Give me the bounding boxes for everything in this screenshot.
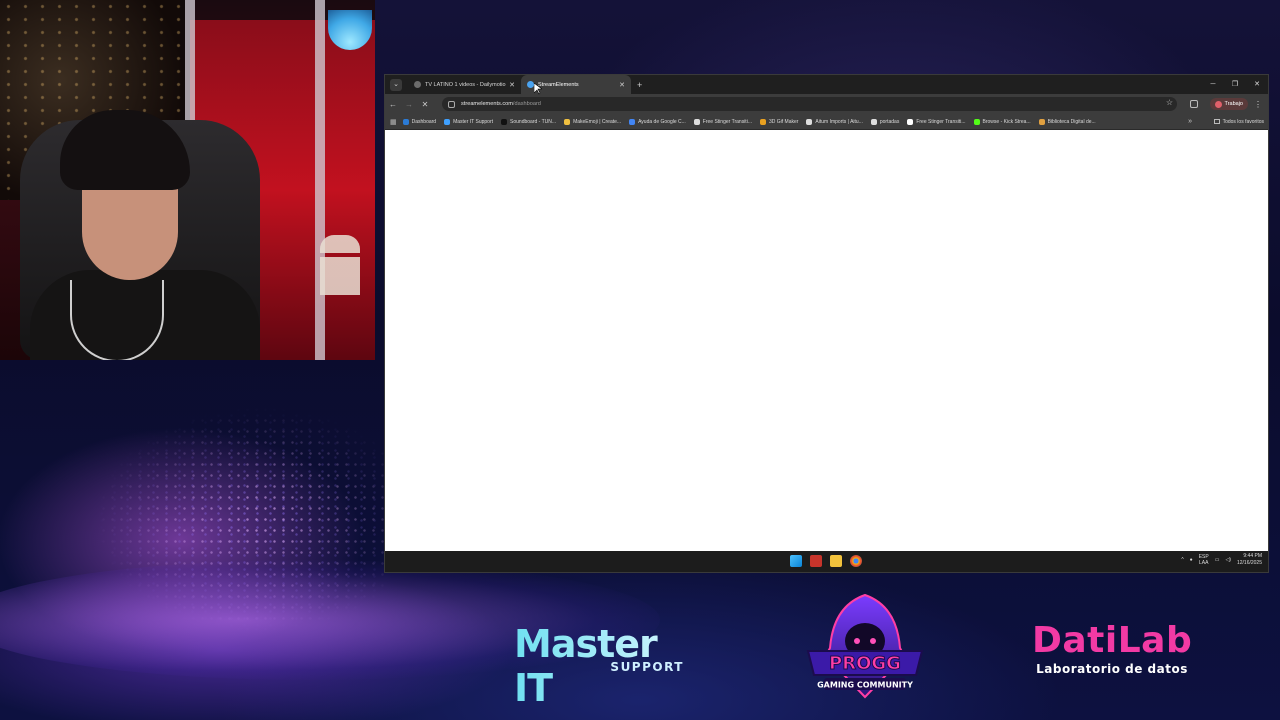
webcam-feed	[0, 0, 375, 360]
network-icon[interactable]: ▭	[1215, 557, 1220, 563]
profile-button[interactable]: Trabajo	[1209, 98, 1248, 110]
close-tab-icon[interactable]: ✕	[619, 81, 625, 89]
bookmark-item[interactable]: Free Stinger Transiti...	[907, 118, 966, 125]
forward-icon[interactable]: →	[401, 100, 417, 109]
bookmark-favicon	[444, 118, 451, 125]
bookmark-favicon	[1038, 118, 1045, 125]
mouse-cursor-icon	[534, 83, 542, 95]
volume-icon[interactable]: ◁)	[1225, 557, 1231, 563]
bookmark-label: portadas	[879, 118, 900, 125]
bookmark-item[interactable]: Ayuda de Google C...	[629, 118, 686, 125]
datilab-title: DatiLab	[1032, 620, 1193, 661]
bookmark-star-icon[interactable]: ☆	[1166, 98, 1173, 107]
site-info-icon[interactable]	[448, 100, 455, 108]
folder-icon	[1213, 119, 1220, 124]
bookmark-favicon	[693, 118, 700, 125]
bookmark-item[interactable]: portadas	[870, 118, 900, 125]
datilab-subtitle: Laboratorio de datos	[1036, 662, 1188, 676]
bookmark-favicon	[564, 118, 571, 125]
tab-title: TV LATINO 1 videos - Dailymotion	[425, 81, 507, 88]
back-icon[interactable]: ←	[385, 100, 401, 109]
window-controls: ─ ❐ ✕	[1202, 75, 1268, 94]
bookmark-favicon	[501, 118, 508, 125]
chrome-icon[interactable]	[850, 555, 862, 567]
bookmark-label: 3D Gif Maker	[768, 118, 799, 125]
bookmark-favicon	[402, 118, 409, 125]
tab-dailymotion[interactable]: TV LATINO 1 videos - Dailymotion ✕	[408, 75, 521, 94]
start-icon[interactable]	[790, 555, 802, 567]
clock[interactable]: 9:44 PM 12/16/2025	[1237, 553, 1262, 567]
profile-avatar	[1214, 100, 1222, 108]
restore-icon[interactable]: ❐	[1224, 75, 1246, 94]
close-window-icon[interactable]: ✕	[1246, 75, 1268, 94]
chevron-up-icon[interactable]: ^	[1181, 557, 1183, 563]
file-explorer-icon[interactable]	[830, 555, 842, 567]
bookmark-label: Master IT Support	[453, 118, 494, 125]
bookmark-item[interactable]: Aitum Imports | Aitu...	[806, 118, 863, 125]
bookmark-favicon	[907, 118, 914, 125]
bookmark-favicon	[629, 118, 636, 125]
tab-search-button[interactable]: ⌄	[390, 78, 402, 91]
bookmark-item[interactable]: Dashboard	[402, 118, 437, 125]
bookmark-favicon	[870, 118, 877, 125]
progg-title: PROGG	[829, 653, 901, 674]
necklace	[70, 280, 164, 360]
bookmark-item[interactable]: Free Stinger Transiti...	[693, 118, 752, 125]
extensions-icon[interactable]	[1189, 100, 1198, 108]
bookmark-favicon	[973, 118, 980, 125]
bookmark-label: Aitum Imports | Aitu...	[815, 118, 863, 125]
tab-strip: ⌄ TV LATINO 1 videos - Dailymotion ✕ Str…	[385, 75, 1268, 94]
minimize-icon[interactable]: ─	[1202, 75, 1224, 94]
bookmark-item[interactable]: Soundboard - TUN...	[501, 118, 557, 125]
bookmark-favicon	[806, 118, 813, 125]
language-indicator[interactable]: ESP LAA	[1199, 554, 1209, 566]
close-tab-icon[interactable]: ✕	[509, 81, 515, 89]
menu-kebab-icon[interactable]: ⋮	[1254, 100, 1262, 109]
progg-gaming-logo: PROGG GAMING COMMUNITY	[806, 593, 924, 699]
dailymotion-favicon	[414, 81, 421, 88]
bookmark-item[interactable]: Biblioteca Digital de...	[1038, 118, 1096, 125]
skeleton-decoration	[320, 235, 360, 335]
toolbar-right: Trabajo ⋮	[1189, 94, 1268, 114]
apps-grid-icon[interactable]: ▦	[390, 118, 397, 126]
all-bookmarks-label: Todos los favoritos	[1222, 118, 1264, 125]
bookmark-label: Soundboard - TUN...	[510, 118, 557, 125]
bookmark-favicon	[759, 118, 766, 125]
bookmark-label: Browse - Kick Strea...	[982, 118, 1031, 125]
windows-taskbar: ^ ● ESP LAA ▭ ◁) 9:44 PM 12/16/2025	[385, 551, 1268, 572]
bookmark-label: Free Stinger Transiti...	[702, 118, 752, 125]
all-bookmarks-button[interactable]: Todos los favoritos	[1213, 118, 1264, 125]
url-text[interactable]: streamelements.com/dashboard	[461, 101, 541, 107]
bookmark-item[interactable]: Master IT Support	[444, 118, 494, 125]
more-bookmarks-icon[interactable]: »	[1188, 118, 1192, 125]
page-content[interactable]	[385, 130, 1268, 551]
system-tray: ^ ● ESP LAA ▭ ◁) 9:44 PM 12/16/2025	[1181, 553, 1262, 567]
streamelements-favicon	[527, 81, 534, 88]
mic-icon[interactable]: ●	[1190, 557, 1193, 563]
url-host: streamelements.com	[461, 101, 513, 107]
datilab-logo: DatiLab Laboratorio de datos	[1032, 620, 1192, 680]
bookmark-label: Dashboard	[411, 118, 437, 125]
taskbar-apps	[790, 555, 862, 567]
new-tab-button[interactable]: +	[637, 80, 642, 90]
tab-title: StreamElements	[538, 81, 579, 88]
app-icon[interactable]	[810, 555, 822, 567]
browser-toolbar: ← → ✕ streamelements.com/dashboard ☆ Tra…	[385, 94, 1268, 114]
bookmark-item[interactable]: 3D Gif Maker	[759, 118, 799, 125]
master-it-logo: Master IT SUPPORT	[514, 622, 690, 710]
bookmark-item[interactable]: MakeEmoji | Create...	[564, 118, 622, 125]
browser-window: ⌄ TV LATINO 1 videos - Dailymotion ✕ Str…	[385, 75, 1268, 572]
address-bar[interactable]: streamelements.com/dashboard ☆	[442, 97, 1177, 111]
url-path: /dashboard	[512, 101, 541, 107]
bookmark-label: Biblioteca Digital de...	[1047, 118, 1096, 125]
progg-subtitle: GAMING COMMUNITY	[817, 681, 913, 690]
bookmark-label: MakeEmoji | Create...	[573, 118, 622, 125]
bookmark-item[interactable]: Browse - Kick Strea...	[973, 118, 1031, 125]
master-it-subtitle: SUPPORT	[610, 660, 684, 674]
bookmarks-bar: ▦ Dashboard Master IT Support Soundboard…	[385, 114, 1268, 130]
profile-name: Trabajo	[1224, 101, 1243, 107]
bookmark-label: Free Stinger Transiti...	[916, 118, 966, 125]
stop-loading-icon[interactable]: ✕	[417, 100, 433, 109]
bookmark-label: Ayuda de Google C...	[638, 118, 686, 125]
